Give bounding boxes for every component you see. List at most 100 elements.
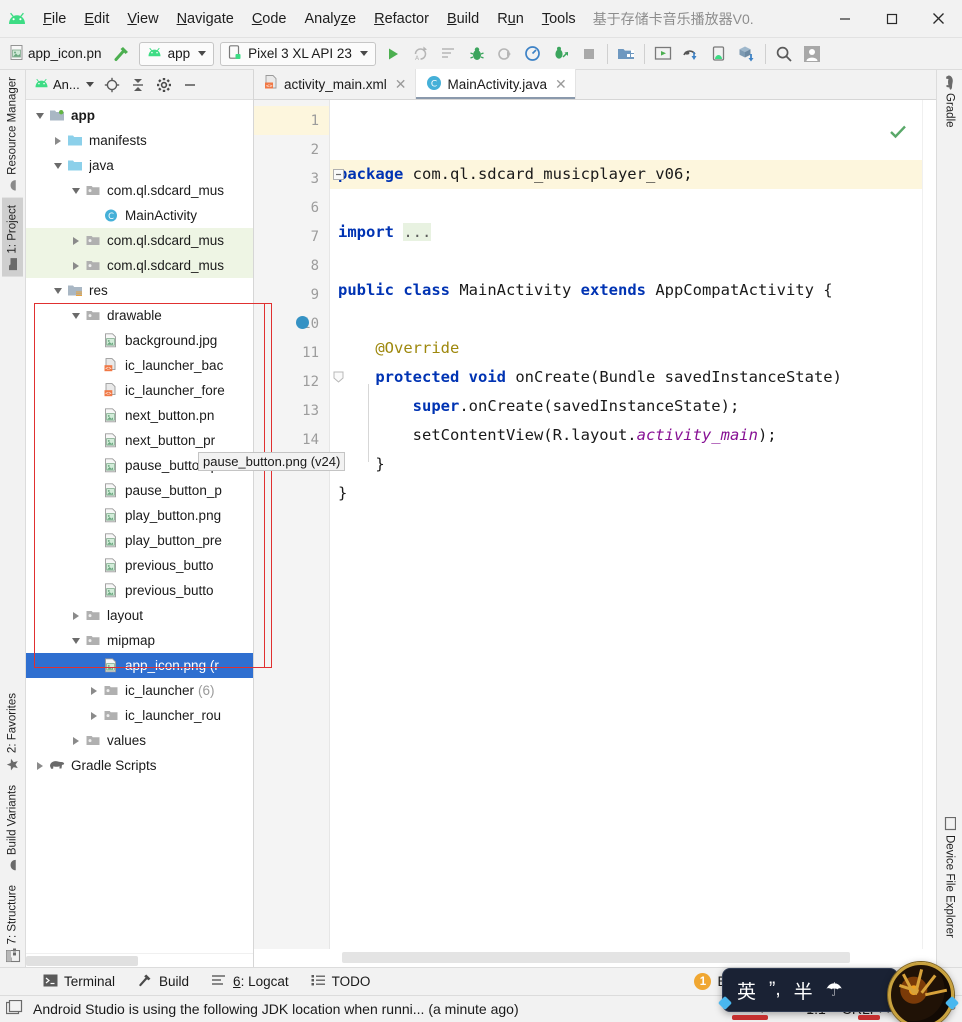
tree-node[interactable]: C MainActivity	[26, 203, 253, 228]
code-line[interactable]	[330, 189, 922, 218]
tree-node[interactable]: values	[26, 728, 253, 753]
tree-node[interactable]: app_icon.png (r	[26, 653, 253, 678]
tree-node[interactable]: app	[26, 103, 253, 128]
window-close-button[interactable]	[915, 0, 962, 38]
project-tree-hscrollbar[interactable]	[26, 953, 253, 967]
tree-node[interactable]: res	[26, 278, 253, 303]
debug-icon[interactable]	[463, 41, 491, 67]
gutter-line[interactable]: 1	[254, 106, 329, 135]
chevron-right-icon[interactable]	[68, 233, 84, 249]
sidebar-item-project[interactable]: 1: Project	[2, 197, 23, 277]
tree-node[interactable]: <> ic_launcher_fore	[26, 378, 253, 403]
menu-build[interactable]: Build	[438, 8, 488, 30]
caret-position[interactable]: 1:1	[806, 1001, 825, 1017]
module-selector-combo[interactable]: app	[138, 41, 215, 66]
menu-file[interactable]: File	[34, 8, 75, 30]
window-minimize-button[interactable]	[821, 0, 868, 38]
apply-changes-icon[interactable]: A	[407, 41, 435, 67]
code-line[interactable]: package com.ql.sdcard_musicplayer_v06;	[330, 160, 922, 189]
chevron-right-icon[interactable]	[68, 733, 84, 749]
tree-node[interactable]: com.ql.sdcard_mus	[26, 228, 253, 253]
tree-node[interactable]: play_button_pre	[26, 528, 253, 553]
line-separator[interactable]: CRLF	[842, 1001, 879, 1017]
tree-node[interactable]: <> ic_launcher_bac	[26, 353, 253, 378]
tool-window-layout-icon[interactable]	[0, 950, 26, 963]
code-line[interactable]: public class MainActivity extends AppCom…	[330, 276, 922, 305]
tree-node[interactable]: previous_butto	[26, 578, 253, 603]
status-message[interactable]: Android Studio is using the following JD…	[33, 1001, 519, 1017]
code-line[interactable]: @Override	[330, 334, 922, 363]
menu-view[interactable]: View	[118, 8, 167, 30]
sdk-manager-icon[interactable]	[612, 41, 640, 67]
tree-node[interactable]: mipmap	[26, 628, 253, 653]
sidebar-item-favorites[interactable]: 2: Favorites	[2, 686, 23, 778]
gutter-line[interactable]: 14	[254, 425, 329, 454]
scrollbar-thumb[interactable]	[26, 956, 138, 966]
menu-code[interactable]: Code	[243, 8, 296, 30]
tree-node[interactable]: ic_launcher (6)	[26, 678, 253, 703]
locate-file-icon[interactable]	[100, 73, 124, 97]
tree-node[interactable]: background.jpg	[26, 328, 253, 353]
chevron-down-icon[interactable]	[50, 283, 66, 299]
project-tree[interactable]: app manifests java com.ql.sdcard_mus C MainAc…	[26, 100, 253, 953]
chevron-down-icon[interactable]	[32, 108, 48, 124]
close-icon[interactable]: ✕	[555, 76, 567, 93]
gutter-line[interactable]: 9	[254, 280, 329, 309]
tree-node[interactable]: drawable	[26, 303, 253, 328]
editor-gutter[interactable]: 12367<>891011121314	[254, 100, 351, 949]
tree-node[interactable]: layout	[26, 603, 253, 628]
tab-activity-main-xml[interactable]: <> activity_main.xml ✕	[254, 69, 416, 99]
tree-node[interactable]: next_button.pn	[26, 403, 253, 428]
code-line[interactable]: protected void onCreate(Bundle savedInst…	[330, 363, 922, 392]
gutter-line[interactable]: 8	[254, 251, 329, 280]
tree-node[interactable]: java	[26, 153, 253, 178]
hammer-build-icon[interactable]	[108, 41, 136, 67]
tree-node[interactable]: previous_butto	[26, 553, 253, 578]
gutter-line[interactable]: 11	[254, 338, 329, 367]
gutter-line[interactable]: 3	[254, 164, 329, 193]
toolbar-breadcrumb-file[interactable]: app_icon.pn	[4, 44, 108, 63]
code-line[interactable]	[330, 247, 922, 276]
editor-vscrollbar[interactable]	[922, 100, 936, 949]
file-encoding[interactable]: UTF-8	[894, 1001, 934, 1017]
scrollbar-thumb[interactable]	[342, 952, 850, 963]
stop-icon[interactable]	[575, 41, 603, 67]
code-line[interactable]: }	[330, 450, 922, 479]
device-manager-icon[interactable]	[705, 41, 733, 67]
tree-node[interactable]: Gradle Scripts	[26, 753, 253, 778]
code-line[interactable]: super.onCreate(savedInstanceState);	[330, 392, 922, 421]
gutter-line[interactable]: 12	[254, 367, 329, 396]
run-icon[interactable]	[379, 41, 407, 67]
window-maximize-button[interactable]	[868, 0, 915, 38]
project-view-selector[interactable]: An...	[30, 75, 98, 94]
bottom-item-logcat[interactable]: 6: Logcat	[202, 971, 298, 992]
avd-manager-icon[interactable]	[649, 41, 677, 67]
layout-inspector-icon[interactable]	[677, 41, 705, 67]
tree-node[interactable]: manifests	[26, 128, 253, 153]
chevron-right-icon[interactable]	[68, 608, 84, 624]
sidebar-item-device-file-explorer[interactable]: Device File Explorer	[939, 811, 961, 945]
apply-code-changes-icon[interactable]	[435, 41, 463, 67]
menu-refactor[interactable]: Refactor	[365, 8, 438, 30]
gutter-line[interactable]: 2	[254, 135, 329, 164]
code-line[interactable]: }	[330, 479, 922, 508]
chevron-right-icon[interactable]	[86, 708, 102, 724]
gutter-line[interactable]: 10	[254, 309, 329, 338]
tree-node[interactable]: play_button.png	[26, 503, 253, 528]
device-selector-combo[interactable]: Pixel 3 XL API 23	[220, 41, 376, 66]
collapse-all-icon[interactable]	[126, 73, 150, 97]
profiler-icon[interactable]	[519, 41, 547, 67]
chevron-right-icon[interactable]	[50, 133, 66, 149]
chevron-right-icon[interactable]	[68, 258, 84, 274]
tree-node[interactable]: ic_launcher_rou	[26, 703, 253, 728]
gutter-line[interactable]: 7<>	[254, 222, 351, 251]
gutter-line[interactable]: 13	[254, 396, 329, 425]
chevron-right-icon[interactable]	[32, 758, 48, 774]
close-icon[interactable]: ✕	[395, 76, 407, 93]
sidebar-item-resource-manager[interactable]: Resource Manager	[2, 70, 23, 198]
sidebar-item-build-variants[interactable]: Build Variants	[2, 778, 23, 877]
sidebar-item-gradle[interactable]: Gradle	[938, 70, 962, 135]
code-line[interactable]	[330, 305, 922, 334]
settings-gear-icon[interactable]	[152, 73, 176, 97]
gutter-line[interactable]: 6	[254, 193, 329, 222]
